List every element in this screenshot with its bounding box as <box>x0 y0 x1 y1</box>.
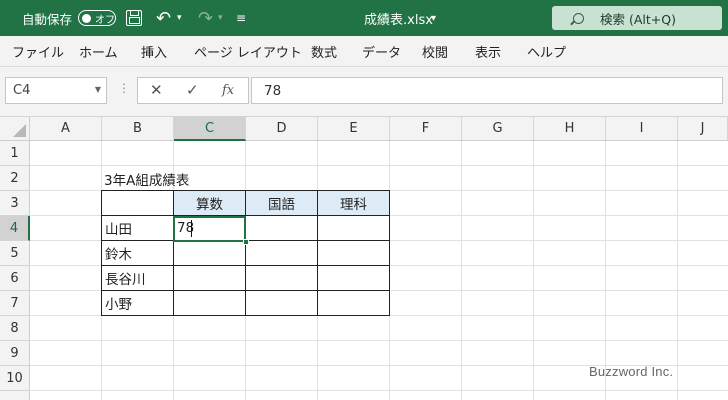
insert-function-icon[interactable]: fx <box>222 83 234 98</box>
watermark: Buzzword Inc. <box>589 364 674 379</box>
row-header-8[interactable]: 8 <box>0 316 30 341</box>
score-cell[interactable] <box>173 240 246 266</box>
active-cell-selection[interactable] <box>173 216 246 242</box>
sheet-title[interactable]: 3年A組成績表 <box>104 166 304 191</box>
column-header-a[interactable]: A <box>30 117 102 141</box>
gridline <box>605 141 606 400</box>
score-cell[interactable] <box>173 290 246 316</box>
gridline <box>677 141 678 400</box>
toggle-knob <box>82 13 91 23</box>
header-cell-japanese[interactable]: 国語 <box>245 190 318 216</box>
undo-icon[interactable]: ↶ <box>156 0 171 36</box>
row-header-3[interactable]: 3 <box>0 191 30 216</box>
column-header-g[interactable]: G <box>462 117 534 141</box>
redo-icon[interactable]: ↷ <box>198 0 213 36</box>
tab-view[interactable]: 表示 <box>475 36 501 66</box>
gridline <box>30 390 728 391</box>
name-box-dropdown-icon[interactable]: ▼ <box>95 85 101 94</box>
name-box[interactable]: C4 ▼ <box>5 77 107 104</box>
formula-input[interactable]: 78 <box>251 77 723 104</box>
column-header-e[interactable]: E <box>318 117 390 141</box>
row-header-10[interactable]: 10 <box>0 366 30 391</box>
ribbon-tabs: ファイル ホーム 挿入 ページ レイアウト 数式 データ 校閲 表示 ヘルプ <box>0 36 728 67</box>
search-icon <box>573 12 584 24</box>
redo-dropdown-icon[interactable]: ▾ <box>218 0 223 36</box>
score-cell[interactable] <box>245 265 318 291</box>
gridline <box>461 141 462 400</box>
search-box[interactable]: 検索 (Alt+Q) <box>552 6 722 30</box>
tab-home[interactable]: ホーム <box>79 36 118 66</box>
score-cell[interactable] <box>173 265 246 291</box>
score-cell[interactable] <box>317 290 390 316</box>
undo-dropdown-icon[interactable]: ▾ <box>177 0 182 36</box>
column-header-d[interactable]: D <box>246 117 318 141</box>
score-cell[interactable] <box>317 265 390 291</box>
student-name-cell[interactable]: 鈴木 <box>101 240 174 266</box>
header-cell-science[interactable]: 理科 <box>317 190 390 216</box>
row-header-5[interactable]: 5 <box>0 241 30 266</box>
tab-formulas[interactable]: 数式 <box>311 36 337 66</box>
gridline <box>533 141 534 400</box>
cancel-icon[interactable]: ✕ <box>150 81 163 99</box>
row-header-4[interactable]: 4 <box>0 216 30 241</box>
student-name-cell[interactable]: 山田 <box>101 215 174 241</box>
name-box-value: C4 <box>13 83 31 98</box>
tab-review[interactable]: 校閲 <box>422 36 448 66</box>
column-header-c[interactable]: C <box>174 117 246 141</box>
row-header-9[interactable]: 9 <box>0 341 30 366</box>
chevron-down-icon[interactable]: ▾ <box>431 0 436 36</box>
score-cell[interactable] <box>245 215 318 241</box>
column-header-f[interactable]: F <box>390 117 462 141</box>
header-cell-math[interactable]: 算数 <box>173 190 246 216</box>
title-bar: 自動保存 オフ ↶ ▾ ↷ ▾ ≡ 成績表.xlsx ▾ 検索 (Alt+Q) <box>0 0 728 36</box>
tab-insert[interactable]: 挿入 <box>141 36 167 66</box>
autosave-toggle[interactable]: オフ <box>78 10 116 26</box>
autosave-toggle-label: オフ <box>95 14 115 26</box>
save-icon[interactable] <box>126 10 142 26</box>
column-header-b[interactable]: B <box>102 117 174 141</box>
tab-data[interactable]: データ <box>362 36 401 66</box>
column-header-j[interactable]: J <box>678 117 728 141</box>
text-cursor <box>191 220 192 237</box>
score-cell[interactable] <box>317 240 390 266</box>
student-name-cell[interactable]: 小野 <box>101 290 174 316</box>
file-name[interactable]: 成績表.xlsx <box>364 0 433 36</box>
autosave-label: 自動保存 <box>22 11 73 27</box>
score-cell[interactable] <box>245 240 318 266</box>
student-name-cell[interactable]: 長谷川 <box>101 265 174 291</box>
search-placeholder: 検索 (Alt+Q) <box>600 11 676 27</box>
score-cell[interactable] <box>245 290 318 316</box>
select-all-corner[interactable] <box>0 117 30 141</box>
tab-page-layout[interactable]: ページ レイアウト <box>194 36 302 66</box>
row-header-1[interactable]: 1 <box>0 141 30 166</box>
enter-icon[interactable]: ✓ <box>186 81 199 99</box>
gridline <box>30 340 728 341</box>
row-header-6[interactable]: 6 <box>0 266 30 291</box>
tab-file[interactable]: ファイル <box>12 36 64 66</box>
row-header-2[interactable]: 2 <box>0 166 30 191</box>
score-cell[interactable] <box>317 215 390 241</box>
row-header-7[interactable]: 7 <box>0 291 30 316</box>
table-cell[interactable] <box>101 190 174 216</box>
fill-handle[interactable] <box>243 239 249 245</box>
column-header-i[interactable]: I <box>606 117 678 141</box>
formula-buttons: ✕ ✓ fx <box>137 77 249 104</box>
column-header-h[interactable]: H <box>534 117 606 141</box>
row-header-11[interactable] <box>0 391 30 400</box>
formula-bar: C4 ▼ ⋮ ✕ ✓ fx 78 <box>0 67 728 117</box>
grip-icon[interactable]: ⋮ <box>118 81 130 95</box>
customize-toolbar-icon[interactable]: ≡ <box>236 0 246 36</box>
tab-help[interactable]: ヘルプ <box>527 36 566 66</box>
